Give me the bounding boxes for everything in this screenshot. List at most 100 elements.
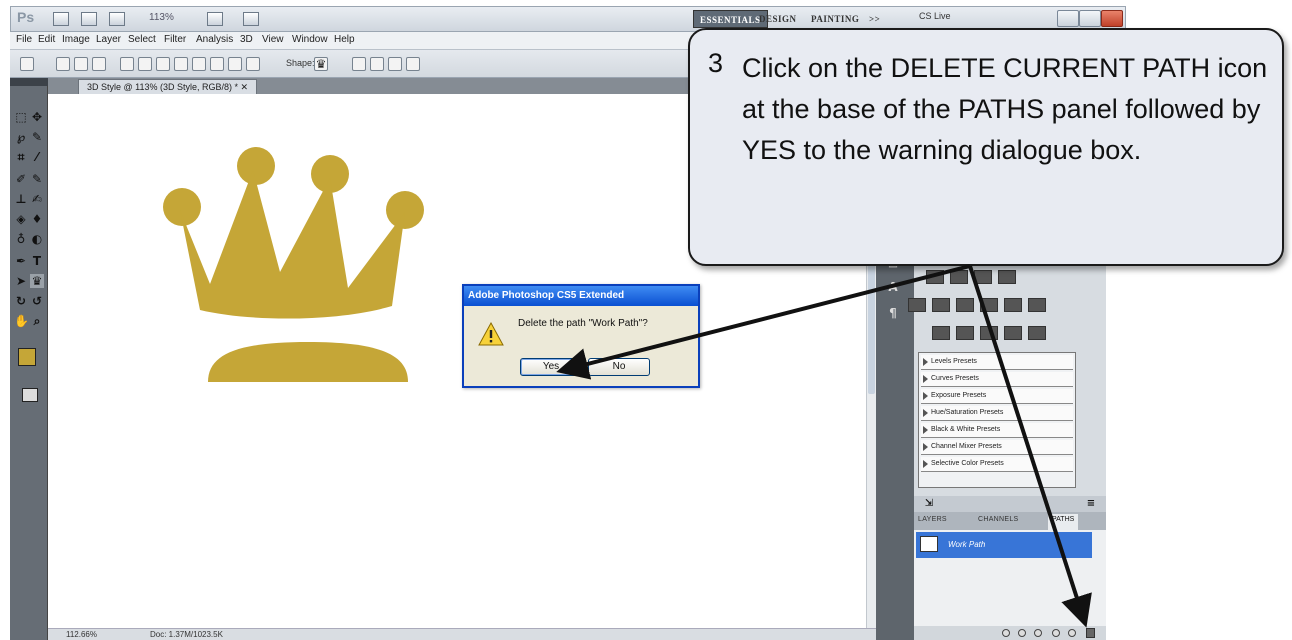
- launch-bridge-icon[interactable]: [53, 12, 69, 26]
- photo-filter-icon[interactable]: [1004, 298, 1022, 312]
- history-brush-icon[interactable]: ✍: [30, 192, 44, 206]
- menu-file[interactable]: File: [16, 34, 32, 45]
- paths-option[interactable]: [74, 57, 88, 71]
- preset-item[interactable]: Black & White Presets: [921, 423, 1073, 438]
- preset-item[interactable]: Levels Presets: [921, 355, 1073, 370]
- lasso-tool-icon[interactable]: ℘: [14, 130, 28, 144]
- quick-mask-icon[interactable]: [22, 388, 38, 402]
- posterize-icon[interactable]: [956, 326, 974, 340]
- pen-tool-icon[interactable]: [120, 57, 134, 71]
- tab-channels[interactable]: CHANNELS: [978, 516, 1019, 523]
- marquee-tool-icon[interactable]: ⬚: [14, 110, 28, 124]
- threshold-icon[interactable]: [980, 326, 998, 340]
- new-path-icon[interactable]: [1068, 629, 1076, 637]
- launch-mini-bridge-icon[interactable]: [81, 12, 97, 26]
- menu-window[interactable]: Window: [292, 34, 328, 45]
- workspace-painting-button[interactable]: PAINTING: [805, 10, 865, 28]
- menu-view[interactable]: View: [262, 34, 284, 45]
- blur-tool-icon[interactable]: ♁: [14, 232, 28, 246]
- cs-live-button[interactable]: CS Live: [919, 11, 951, 21]
- screen-mode-icon[interactable]: [243, 12, 259, 26]
- close-tab-icon[interactable]: ✕: [241, 82, 249, 92]
- zoom-status[interactable]: 112.66%: [66, 630, 97, 639]
- healing-brush-icon[interactable]: ✐: [14, 172, 28, 186]
- preset-item[interactable]: Exposure Presets: [921, 389, 1073, 404]
- menu-layer[interactable]: Layer: [96, 34, 121, 45]
- freeform-pen-icon[interactable]: [138, 57, 152, 71]
- clone-stamp-icon[interactable]: ⊥: [14, 192, 28, 206]
- gradient-map-icon[interactable]: [1004, 326, 1022, 340]
- stroke-path-icon[interactable]: [1018, 629, 1026, 637]
- shape-layers-option[interactable]: [56, 57, 70, 71]
- line-tool-icon[interactable]: [228, 57, 242, 71]
- view-extras-icon[interactable]: [109, 12, 125, 26]
- menu-analysis[interactable]: Analysis: [196, 34, 233, 45]
- pen-tool-icon[interactable]: ✒: [14, 254, 28, 268]
- tab-paths[interactable]: PATHS: [1048, 514, 1079, 530]
- quick-selection-icon[interactable]: ✎: [30, 130, 44, 144]
- preset-item[interactable]: Channel Mixer Presets: [921, 440, 1073, 455]
- crown-shape-picker[interactable]: ♛: [314, 57, 328, 71]
- fill-path-icon[interactable]: [1002, 629, 1010, 637]
- restore-button[interactable]: [1079, 10, 1101, 27]
- rectangle-tool-icon[interactable]: [156, 57, 170, 71]
- hue-saturation-icon[interactable]: [932, 298, 950, 312]
- zoom-tool-icon[interactable]: ⌕: [30, 314, 44, 328]
- menu-edit[interactable]: Edit: [38, 34, 55, 45]
- invert-icon[interactable]: [932, 326, 950, 340]
- minimize-button[interactable]: [1057, 10, 1079, 27]
- menu-help[interactable]: Help: [334, 34, 355, 45]
- workspace-design-button[interactable]: DESIGN: [753, 10, 803, 28]
- preset-item[interactable]: Curves Presets: [921, 372, 1073, 387]
- more-workspaces-button[interactable]: >>: [863, 10, 886, 28]
- delete-current-path-icon[interactable]: [1086, 628, 1095, 638]
- 3d-orbit-icon[interactable]: ↺: [30, 294, 44, 308]
- tools-panel-header[interactable]: [10, 78, 48, 86]
- selective-color-icon[interactable]: [1028, 326, 1046, 340]
- vibrance-icon[interactable]: [908, 298, 926, 312]
- 3d-rotate-icon[interactable]: ↻: [14, 294, 28, 308]
- close-window-button[interactable]: [1101, 10, 1123, 27]
- move-tool-icon[interactable]: ✥: [30, 110, 44, 124]
- no-button[interactable]: No: [588, 358, 650, 376]
- eyedropper-tool-icon[interactable]: ⁄: [30, 150, 44, 164]
- fill-pixels-option[interactable]: [92, 57, 106, 71]
- eraser-tool-icon[interactable]: ◈: [14, 212, 28, 226]
- exclude-shape-icon[interactable]: [406, 57, 420, 71]
- paragraph-panel-icon[interactable]: ¶: [886, 306, 900, 320]
- levels-icon[interactable]: [950, 270, 968, 284]
- menu-select[interactable]: Select: [128, 34, 156, 45]
- exposure-icon[interactable]: [998, 270, 1016, 284]
- rounded-rectangle-icon[interactable]: [174, 57, 188, 71]
- subtract-shape-icon[interactable]: [370, 57, 384, 71]
- polygon-tool-icon[interactable]: [210, 57, 224, 71]
- yes-button[interactable]: Yes: [520, 358, 582, 376]
- character-panel-icon[interactable]: A: [886, 280, 900, 294]
- foreground-color-swatch[interactable]: [18, 348, 36, 366]
- brush-tool-icon[interactable]: ✎: [30, 172, 44, 186]
- black-white-icon[interactable]: [980, 298, 998, 312]
- make-work-path-icon[interactable]: [1052, 629, 1060, 637]
- color-balance-icon[interactable]: [956, 298, 974, 312]
- dodge-tool-icon[interactable]: ◐: [30, 232, 44, 246]
- load-as-selection-icon[interactable]: [1034, 629, 1042, 637]
- intersect-shape-icon[interactable]: [388, 57, 402, 71]
- curves-icon[interactable]: [974, 270, 992, 284]
- tool-preset-picker[interactable]: [20, 57, 34, 71]
- channel-mixer-icon[interactable]: [1028, 298, 1046, 312]
- brightness-contrast-icon[interactable]: [926, 270, 944, 284]
- ellipse-tool-icon[interactable]: [192, 57, 206, 71]
- zoom-level-select[interactable]: 113%: [149, 12, 174, 23]
- paint-bucket-icon[interactable]: ♦: [30, 212, 44, 226]
- preset-item[interactable]: Selective Color Presets: [921, 457, 1073, 472]
- path-selection-icon[interactable]: ➤: [14, 274, 28, 288]
- custom-shape-tool-icon[interactable]: ♛: [30, 274, 44, 288]
- preset-item[interactable]: Hue/Saturation Presets: [921, 406, 1073, 421]
- combine-shapes-icon[interactable]: [352, 57, 366, 71]
- hand-tool-icon[interactable]: ✋: [14, 314, 29, 328]
- menu-filter[interactable]: Filter: [164, 34, 186, 45]
- arrange-documents-icon[interactable]: [207, 12, 223, 26]
- tab-layers[interactable]: LAYERS: [918, 516, 947, 523]
- document-tab[interactable]: 3D Style @ 113% (3D Style, RGB/8) * ✕: [78, 79, 258, 94]
- menu-image[interactable]: Image: [62, 34, 90, 45]
